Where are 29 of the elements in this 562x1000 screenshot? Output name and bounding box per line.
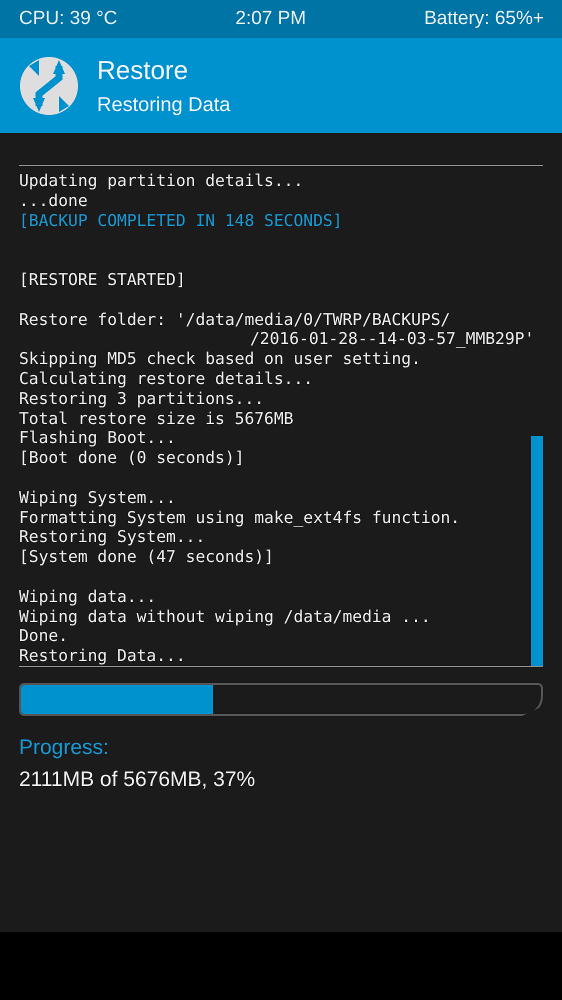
scroll-bar[interactable] — [531, 436, 543, 666]
progress-reading: 2111MB of 5676MB, 37% — [19, 768, 256, 792]
log-line: Total restore size is 5676MB — [19, 408, 294, 428]
log-line: Restoring System... — [19, 527, 206, 548]
log-line: [System done (47 seconds)] — [19, 547, 275, 567]
log-line: [BACKUP COMPLETED IN 148 SECONDS] — [19, 210, 344, 230]
log-line: Wiping System... — [19, 486, 177, 508]
log-line: Restore folder: '/data/media/0/TWRP/BACKUPS/ — [19, 308, 452, 330]
log-line: Updating partition details... — [19, 171, 304, 191]
log-line: [Boot done (0 seconds)] — [19, 448, 246, 468]
log-line: Skipping MD5 check based on user setting. — [19, 349, 422, 369]
screen-title: Restore — [97, 54, 190, 86]
log-line: Done. — [19, 626, 70, 646]
log-line: Wiping data... — [19, 586, 158, 607]
log-line: ...done — [19, 190, 89, 211]
screen-subtitle: Restoring Data — [97, 94, 230, 116]
log-line: Restoring Data... — [19, 646, 187, 666]
log-line: Calculating restore details... — [19, 368, 314, 389]
clock: 2:07 PM — [235, 8, 306, 30]
log-line: Restoring 3 partitions... — [19, 388, 266, 409]
progress-label: Progress: — [19, 736, 110, 760]
log-line: [RESTORE STARTED] — [19, 268, 187, 290]
cpu-temperature: CPU: 39 °C — [19, 8, 118, 30]
battery-level: Battery: 65%+ — [424, 8, 544, 30]
log-line: Formatting System using make_ext4fs function. — [19, 508, 462, 528]
logo-icon — [19, 56, 79, 116]
log-line: Flashing Boot... — [19, 428, 177, 448]
log-line: Wiping data without wiping /data/media ... — [19, 606, 432, 626]
log-line: /2016-01-28--14-03-57_MMB29P' — [249, 329, 536, 350]
